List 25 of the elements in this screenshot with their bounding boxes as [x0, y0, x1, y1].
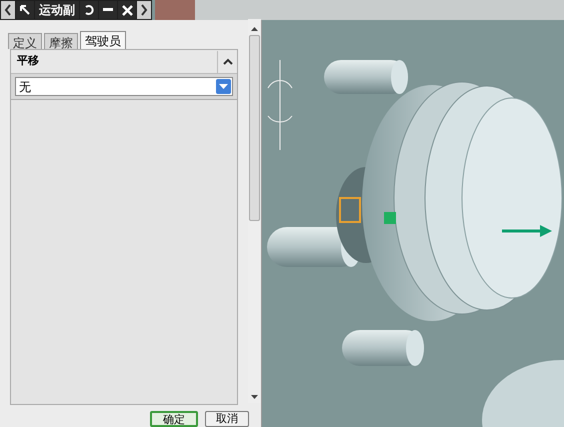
minus-icon	[103, 8, 113, 12]
close-icon	[122, 4, 132, 16]
back-button[interactable]	[1, 1, 15, 19]
rotate-button[interactable]	[80, 1, 98, 19]
rotate-icon	[83, 4, 95, 16]
scroll-up-icon	[251, 27, 258, 31]
cancel-button[interactable]: 取消	[205, 411, 249, 427]
tab[interactable]: 摩擦	[44, 33, 78, 49]
select-tool-button[interactable]	[16, 1, 34, 19]
toolbar-title: 运动副	[35, 1, 79, 19]
tab[interactable]: 驾驶员	[80, 31, 126, 49]
scroll-thumb[interactable]	[249, 35, 260, 221]
chevron-right-icon	[140, 4, 148, 16]
caret-icon	[222, 58, 232, 65]
photo-placeholder	[155, 0, 195, 20]
scroll-down-icon	[251, 395, 258, 399]
section-title: 平移	[17, 53, 39, 70]
dropdown-field[interactable]: 无	[15, 77, 233, 96]
minimize-button[interactable]	[99, 1, 117, 19]
arrow-icon	[19, 4, 31, 16]
forward-button[interactable]	[137, 1, 151, 19]
chevron-left-icon	[4, 4, 12, 16]
tab[interactable]: 定义	[8, 33, 42, 49]
close-button[interactable]	[118, 1, 136, 19]
confirm-button[interactable]: 确定	[150, 411, 198, 427]
